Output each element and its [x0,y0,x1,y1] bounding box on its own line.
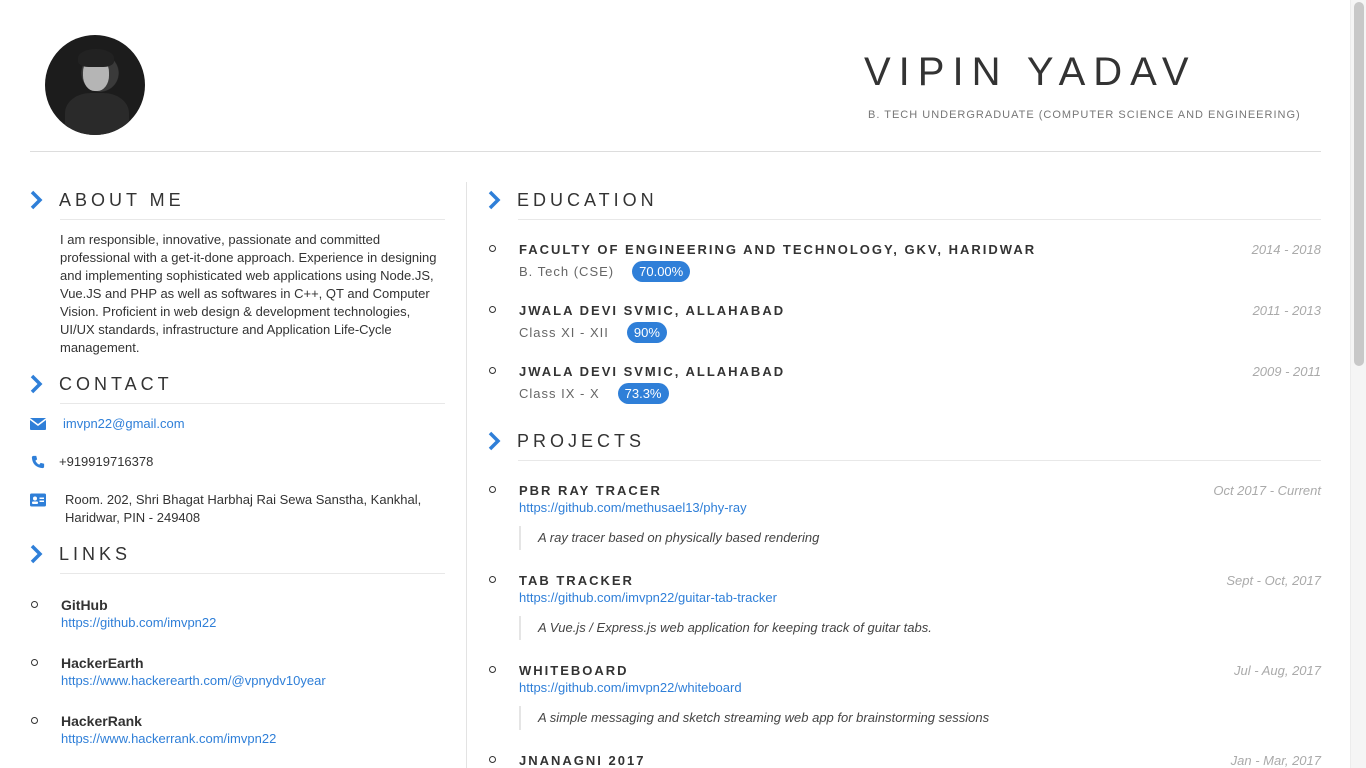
section-contact: CONTACT [30,371,173,397]
chevron-right-icon [488,190,501,210]
envelope-icon [30,418,46,430]
address-text: Room. 202, Shri Bhagat Harbhaj Rai Sewa … [65,492,422,525]
list-bullet [489,306,496,313]
list-bullet [489,666,496,673]
project-description: A simple messaging and sketch streaming … [519,706,989,730]
list-bullet [489,245,496,252]
address-card-icon [30,493,46,507]
link-name-hackerrank: HackerRank [61,713,142,729]
list-bullet [489,576,496,583]
link-url-hackerearth[interactable]: https://www.hackerearth.com/@vpnydv10yea… [61,673,326,688]
list-bullet [489,756,496,763]
education-degree-row: Class IX - X 73.3% [519,383,669,404]
section-rule [518,460,1321,461]
contact-phone-row: +919919716378 [30,453,153,471]
education-degree: B. Tech (CSE) [519,264,615,279]
about-text: I am responsible, innovative, passionate… [60,232,437,355]
education-school: JWALA DEVI SVMIC, ALLAHABAD [519,364,786,379]
email-link[interactable]: imvpn22@gmail.com [63,415,185,433]
chevron-right-icon [488,431,501,451]
contact-address-row: Room. 202, Shri Bhagat Harbhaj Rai Sewa … [30,491,435,527]
project-date: Sept - Oct, 2017 [1226,573,1321,588]
list-bullet [31,717,38,724]
link-url-github[interactable]: https://github.com/imvpn22 [61,615,216,630]
project-url[interactable]: https://github.com/imvpn22/guitar-tab-tr… [519,590,777,605]
education-degree: Class IX - X [519,386,600,401]
chevron-right-icon [30,544,43,564]
scrollbar-thumb[interactable] [1354,2,1364,366]
phone-number: +919919716378 [59,454,154,469]
page-scrollbar[interactable] [1350,0,1366,768]
list-bullet [31,659,38,666]
link-name-hackerearth: HackerEarth [61,655,144,671]
project-name: PBR RAY TRACER [519,483,662,498]
contact-email-row: imvpn22@gmail.com [30,415,185,433]
project-description: A ray tracer based on physically based r… [519,526,819,550]
project-date: Oct 2017 - Current [1213,483,1321,498]
project-date: Jul - Aug, 2017 [1234,663,1321,678]
project-name: JNANAGNI 2017 [519,753,646,768]
chevron-right-icon [30,374,43,394]
section-title-about: ABOUT ME [59,189,185,210]
section-title-projects: PROJECTS [517,430,646,451]
header-divider [30,151,1321,152]
section-rule [518,219,1321,220]
project-name: WHITEBOARD [519,663,629,678]
section-projects: PROJECTS [488,428,645,454]
project-date: Jan - Mar, 2017 [1230,753,1321,768]
score-badge: 90% [626,322,667,343]
education-degree-row: Class XI - XII 90% [519,322,667,343]
education-school: JWALA DEVI SVMIC, ALLAHABAD [519,303,786,318]
education-date: 2009 - 2011 [1252,364,1321,379]
profile-photo [45,35,145,135]
education-degree-row: B. Tech (CSE) 70.00% [519,261,691,282]
section-rule [60,403,445,404]
project-name: TAB TRACKER [519,573,634,588]
section-title-education: EDUCATION [517,189,658,210]
education-school: FACULTY OF ENGINEERING AND TECHNOLOGY, G… [519,242,1037,257]
list-bullet [31,601,38,608]
project-description: A Vue.js / Express.js web application fo… [519,616,932,640]
section-links: LINKS [30,541,131,567]
project-url[interactable]: https://github.com/methusael13/phy-ray [519,500,747,515]
score-badge: 70.00% [632,261,691,282]
section-title-links: LINKS [59,543,132,564]
phone-icon [31,455,45,469]
section-education: EDUCATION [488,187,658,213]
list-bullet [489,486,496,493]
section-rule [60,573,445,574]
education-date: 2014 - 2018 [1251,242,1321,257]
link-url-hackerrank[interactable]: https://www.hackerrank.com/imvpn22 [61,731,276,746]
page-subtitle: B. TECH UNDERGRADUATE (COMPUTER SCIENCE … [868,109,1301,121]
education-degree: Class XI - XII [519,325,609,340]
score-badge: 73.3% [617,383,669,404]
section-title-contact: CONTACT [59,373,173,394]
column-divider [466,182,467,768]
project-url[interactable]: https://github.com/imvpn22/whiteboard [519,680,742,695]
section-rule [60,219,445,220]
list-bullet [489,367,496,374]
link-name-github: GitHub [61,597,108,613]
education-date: 2011 - 2013 [1252,303,1321,318]
page-title: VIPIN YADAV [864,50,1197,94]
chevron-right-icon [30,190,43,210]
section-about: ABOUT ME [30,187,185,213]
